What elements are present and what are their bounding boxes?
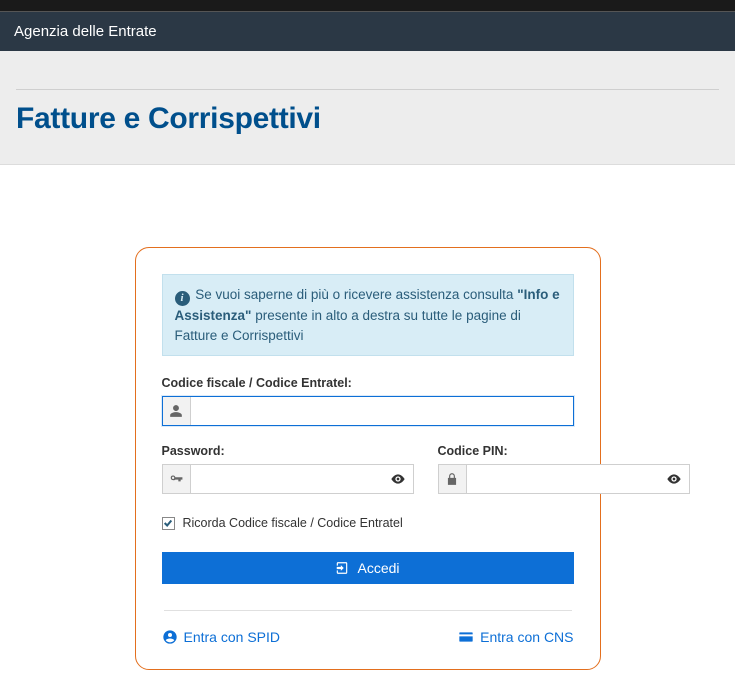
cf-input-group xyxy=(162,396,574,426)
remember-checkbox[interactable] xyxy=(162,517,175,530)
pin-input-group xyxy=(438,464,690,494)
title-section: Fatture e Corrispettivi xyxy=(0,51,735,165)
eye-icon xyxy=(666,471,682,487)
password-label: Password: xyxy=(162,444,414,458)
cf-input[interactable] xyxy=(191,397,573,425)
card-icon xyxy=(458,629,474,645)
top-stripe xyxy=(0,0,735,12)
pin-input[interactable] xyxy=(467,465,659,493)
person-icon xyxy=(163,397,191,425)
remember-label: Ricorda Codice fiscale / Codice Entratel xyxy=(183,516,403,530)
eye-icon xyxy=(390,471,406,487)
person-circle-icon xyxy=(162,629,178,645)
info-box: i Se vuoi saperne di più o ricevere assi… xyxy=(162,274,574,356)
cns-link[interactable]: Entra con CNS xyxy=(458,629,573,645)
lock-icon xyxy=(439,465,467,493)
header-bar: Agenzia delle Entrate xyxy=(0,12,735,51)
remember-row: Ricorda Codice fiscale / Codice Entratel xyxy=(162,516,574,530)
spid-link[interactable]: Entra con SPID xyxy=(162,629,281,645)
toggle-password-visibility[interactable] xyxy=(383,465,413,493)
alt-logins: Entra con SPID Entra con CNS xyxy=(162,629,574,645)
password-input[interactable] xyxy=(191,465,383,493)
info-text-prefix: Se vuoi saperne di più o ricevere assist… xyxy=(195,287,517,302)
separator xyxy=(164,610,572,611)
key-icon xyxy=(163,465,191,493)
password-input-group xyxy=(162,464,414,494)
check-icon xyxy=(163,518,173,528)
toggle-pin-visibility[interactable] xyxy=(659,465,689,493)
title-divider xyxy=(16,89,719,90)
pin-label: Codice PIN: xyxy=(438,444,690,458)
login-icon xyxy=(335,561,349,575)
brand-text: Agenzia delle Entrate xyxy=(14,23,157,40)
content-area: i Se vuoi saperne di più o ricevere assi… xyxy=(0,165,735,670)
cns-label: Entra con CNS xyxy=(480,629,573,645)
spid-label: Entra con SPID xyxy=(184,629,281,645)
login-card: i Se vuoi saperne di più o ricevere assi… xyxy=(135,247,601,670)
login-button-label: Accedi xyxy=(357,560,399,576)
login-button[interactable]: Accedi xyxy=(162,552,574,584)
info-icon: i xyxy=(175,291,190,306)
page-title: Fatture e Corrispettivi xyxy=(16,102,719,136)
cf-label: Codice fiscale / Codice Entratel: xyxy=(162,376,574,390)
